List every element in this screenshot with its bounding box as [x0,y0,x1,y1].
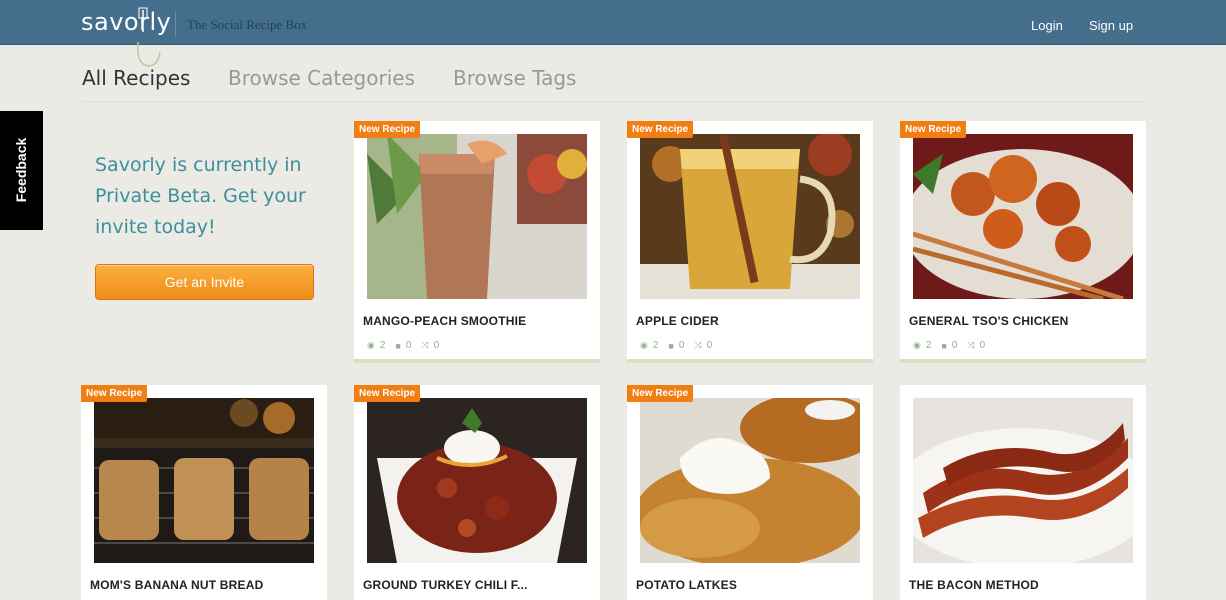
eye-icon: ◉ [640,340,648,350]
recipe-card[interactable]: New Recipe MOM'S BANANA NUT BREAD [81,385,327,600]
shuffle-icon: ⤨ [694,340,702,350]
feedback-label: Feedback [13,137,29,203]
cider-photo [640,134,860,299]
tab-browse-tags[interactable]: Browse Tags [453,66,576,90]
bacon-photo [913,398,1133,563]
tagline-divider [175,12,176,36]
recipe-card[interactable]: New Recipe POTATO LATKES [627,385,873,600]
recipe-image[interactable] [913,398,1133,563]
recipe-image[interactable] [640,398,860,563]
shuffle-icon: ⤨ [967,340,975,350]
comments-stat: ■ 0 [941,340,958,351]
shuffle-icon: ⤨ [421,340,429,350]
recipe-image[interactable] [640,134,860,299]
feedback-tab[interactable]: Feedback [0,111,43,230]
recipe-card[interactable]: New Recipe MANGO-PEACH SMOOTHIE ◉ 2 ■ 0 ⤨ 0 [354,121,600,363]
tab-all-recipes[interactable]: All Recipes [82,66,190,90]
new-recipe-badge: New Recipe [900,121,967,138]
recipe-card[interactable]: New Recipe GROUND TURKEY CHILI F... [354,385,600,600]
comments-stat: ■ 0 [395,340,412,351]
comment-icon: ■ [941,340,947,351]
chili-photo [367,398,587,563]
new-recipe-badge: New Recipe [354,121,421,138]
smoothie-photo [367,134,587,299]
new-recipe-badge: New Recipe [354,385,421,402]
views-stat: ◉ 2 [367,340,386,351]
login-link[interactable]: Login [1031,18,1063,33]
recipe-title[interactable]: GROUND TURKEY CHILI F... [363,578,528,592]
banana-bread-photo [94,398,314,563]
comment-icon: ■ [395,340,401,351]
recipe-title[interactable]: MOM'S BANANA NUT BREAD [90,578,263,592]
recipe-stats: ◉ 2 ■ 0 ⤨ 0 [913,340,985,351]
signup-link[interactable]: Sign up [1089,18,1133,33]
tabs-divider [82,101,1144,102]
comments-stat: ■ 0 [668,340,685,351]
shares-stat: ⤨ 0 [967,340,986,351]
recipe-title[interactable]: MANGO-PEACH SMOOTHIE [363,314,526,328]
recipe-title[interactable]: APPLE CIDER [636,314,719,328]
views-stat: ◉ 2 [913,340,932,351]
recipe-stats: ◉ 2 ■ 0 ⤨ 0 [640,340,712,351]
comment-icon: ■ [668,340,674,351]
recipe-title[interactable]: POTATO LATKES [636,578,737,592]
tagline: The Social Recipe Box [187,17,308,32]
recipe-image[interactable] [94,398,314,563]
get-invite-button[interactable]: Get an Invite [95,264,314,300]
new-recipe-badge: New Recipe [627,385,694,402]
shares-stat: ⤨ 0 [421,340,440,351]
top-bar: savorly The Social Recipe Box Login Sign… [0,0,1226,67]
recipe-card[interactable]: New Recipe GENERAL TSO'S CHICKEN ◉ 2 ■ 0 ⤨… [900,121,1146,363]
recipe-title[interactable]: THE BACON METHOD [909,578,1039,592]
new-recipe-badge: New Recipe [627,121,694,138]
recipe-image[interactable] [367,134,587,299]
recipe-image[interactable] [367,398,587,563]
views-stat: ◉ 2 [640,340,659,351]
recipe-card[interactable]: New Recipe APPLE CIDER ◉ 2 ■ 0 ⤨ 0 [627,121,873,363]
recipe-card[interactable]: THE BACON METHOD [900,385,1146,600]
recipe-stats: ◉ 2 ■ 0 ⤨ 0 [367,340,439,351]
recipe-image[interactable] [913,134,1133,299]
beta-promo-text: Savorly is currently in Private Beta. Ge… [95,154,306,238]
logo-spatula-icon [136,7,161,67]
chicken-photo [913,134,1133,299]
shares-stat: ⤨ 0 [694,340,713,351]
recipe-title[interactable]: GENERAL TSO'S CHICKEN [909,314,1069,328]
eye-icon: ◉ [913,340,921,350]
tab-browse-categories[interactable]: Browse Categories [228,66,415,90]
eye-icon: ◉ [367,340,375,350]
latkes-photo [640,398,860,563]
new-recipe-badge: New Recipe [81,385,148,402]
